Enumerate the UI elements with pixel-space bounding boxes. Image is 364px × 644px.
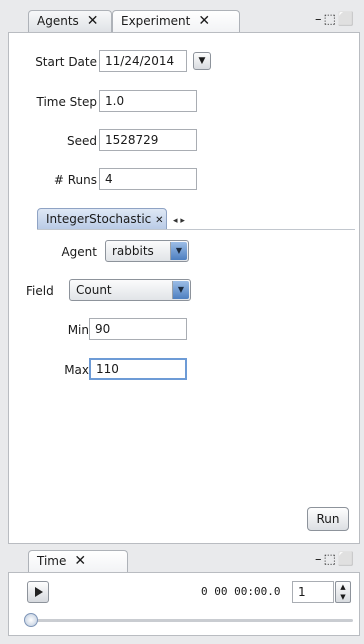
time-tab-bar: Time ✕ –⬚⬜ [8,550,358,572]
tab-integer-stochastic-label: IntegerStochastic [46,212,152,226]
max-field[interactable]: 110 [89,358,187,380]
tab-experiment-label: Experiment [121,14,191,28]
play-button[interactable] [27,581,49,603]
window-controls-glyphs[interactable]: –⬚⬜ [315,12,356,27]
runs-field[interactable]: 4 [99,168,197,190]
experiment-panel: Start Date 11/24/2014 ▼ Time Step 1.0 Se… [8,32,360,544]
runs-label: # Runs [53,173,97,187]
time-step-label: Time Step [36,95,97,109]
chevron-down-icon[interactable]: ▼ [170,242,187,260]
start-date-label: Start Date [35,55,97,69]
close-icon[interactable]: ✕ [198,13,210,29]
tab-agents-label: Agents [37,14,79,28]
min-field[interactable]: 90 [89,318,187,340]
chevron-up-icon[interactable]: ▲ [340,583,345,591]
seed-field[interactable]: 1528729 [99,129,197,151]
speed-field[interactable]: 1 [292,581,334,603]
tab-time-label: Time [37,554,67,568]
time-step-field[interactable]: 1.0 [99,90,197,112]
agent-select[interactable]: rabbits ▼ [105,240,189,262]
agent-label: Agent [61,245,97,259]
speed-spinner[interactable]: ▲ ▼ [335,581,351,603]
tab-time[interactable]: Time ✕ [28,550,128,572]
chevron-down-icon[interactable]: ▼ [340,593,345,601]
run-button[interactable]: Run [307,507,349,531]
tab-integer-stochastic[interactable]: IntegerStochastic ✕ [37,208,167,230]
time-slider-thumb[interactable] [24,613,38,627]
max-label: Max [64,363,89,377]
close-icon[interactable]: ✕ [74,553,86,569]
field-label: Field [26,284,54,298]
tab-experiment[interactable]: Experiment ✕ [112,10,240,32]
min-label: Min [67,323,89,337]
close-icon[interactable]: ✕ [155,215,163,226]
time-panel: 0 00 00:00.0 1 ▲ ▼ [8,572,360,636]
window-controls-glyphs[interactable]: –⬚⬜ [315,552,356,567]
field-select-value: Count [76,283,112,297]
play-icon [35,587,43,597]
chevron-down-icon[interactable]: ▼ [172,281,189,299]
seed-label: Seed [67,134,97,148]
time-display: 0 00 00:00.0 [201,585,281,598]
subtab-scroll-icon[interactable]: ◂ ▸ [173,216,185,226]
agent-select-value: rabbits [112,244,154,258]
close-icon[interactable]: ✕ [87,13,99,29]
window-controls[interactable]: –⬚⬜ [315,552,356,567]
chevron-down-icon[interactable]: ▼ [193,52,211,70]
experiment-tab-bar: Agents ✕ Experiment ✕ –⬚⬜ [8,10,358,32]
start-date-field[interactable]: 11/24/2014 [99,50,187,72]
time-slider-track[interactable] [31,619,353,622]
tab-agents[interactable]: Agents ✕ [28,10,112,32]
field-select[interactable]: Count ▼ [69,279,191,301]
window-controls[interactable]: –⬚⬜ [315,12,356,27]
subtab-divider [37,229,355,230]
